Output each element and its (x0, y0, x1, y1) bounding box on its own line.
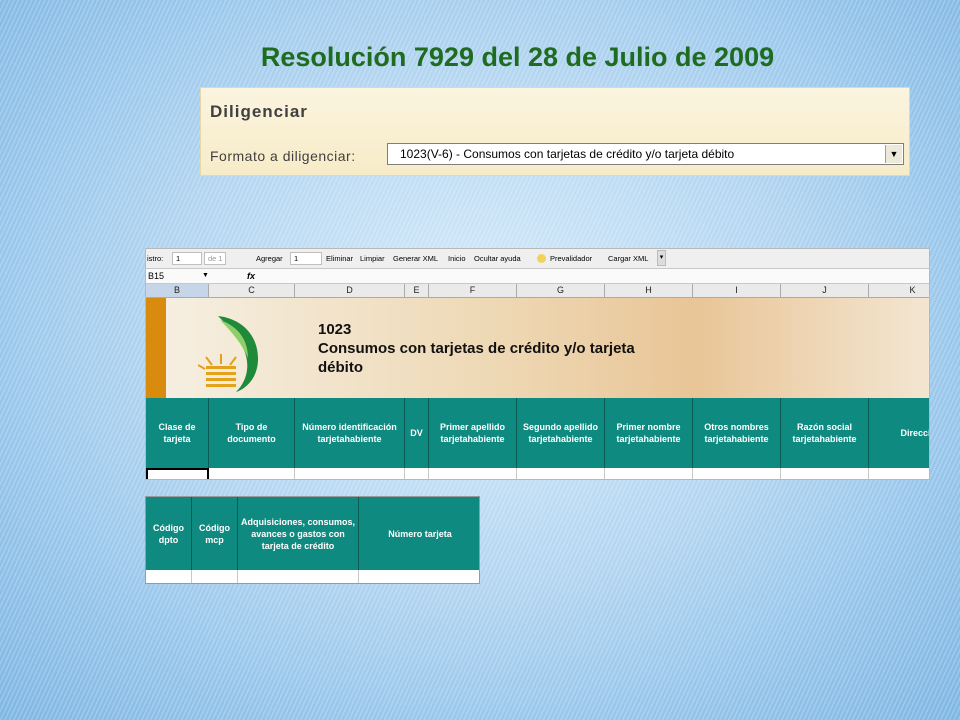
cell-f15[interactable] (429, 468, 517, 479)
name-box-dropdown-icon[interactable]: ▼ (202, 269, 209, 283)
dropdown-arrow-icon[interactable]: ▼ (885, 145, 902, 163)
registro-input[interactable]: 1 (172, 252, 202, 265)
header-otros-nombres: Otros nombres tarjetahabiente (693, 398, 781, 468)
header-codigo-mcp: Código mcp (192, 497, 238, 570)
header-primer-nombre: Primer nombre tarjetahabiente (605, 398, 693, 468)
column-header-b[interactable]: B (146, 284, 209, 297)
diligenciar-panel: Diligenciar Formato a diligenciar: 1023(… (200, 87, 910, 176)
header-adquisiciones: Adquisiciones, consumos, avances o gasto… (238, 497, 359, 570)
cell-i15[interactable] (693, 468, 781, 479)
cell-d15[interactable] (295, 468, 405, 479)
location-data-row (146, 570, 479, 583)
cell-codigo-mcp[interactable] (192, 570, 238, 583)
total-registros-box: de 1 (204, 252, 226, 265)
column-header-e[interactable]: E (405, 284, 429, 297)
cell-e15[interactable] (405, 468, 429, 479)
banner-title: 1023 Consumos con tarjetas de crédito y/… (318, 320, 635, 377)
location-table: Código dpto Código mcp Adquisiciones, co… (145, 496, 480, 584)
excel-sheet: istro: 1 de 1 Agregar 1 Eliminar Limpiar… (145, 248, 930, 480)
cell-c15[interactable] (209, 468, 295, 479)
limpiar-button[interactable]: Limpiar (360, 249, 385, 268)
cell-codigo-dpto[interactable] (146, 570, 192, 583)
formato-label: Formato a diligenciar: (210, 148, 356, 164)
column-header-i[interactable]: I (693, 284, 781, 297)
registro-label: istro: (147, 254, 164, 263)
form-header-row: Clase de tarjeta Tipo de documento Númer… (146, 398, 929, 468)
cell-k15[interactable] (869, 468, 929, 479)
header-clase-tarjeta: Clase de tarjeta (146, 398, 209, 468)
header-primer-apellido: Primer apellido tarjetahabiente (429, 398, 517, 468)
column-header-j[interactable]: J (781, 284, 869, 297)
cargar-xml-button[interactable]: Cargar XML (608, 249, 648, 268)
form-banner: 1023 Consumos con tarjetas de crédito y/… (146, 298, 929, 398)
cell-b15[interactable] (146, 468, 209, 479)
header-numero-identificacion: Número identificación tarjetahabiente (295, 398, 405, 468)
agregar-button[interactable]: Agregar (256, 249, 283, 268)
excel-toolbar: istro: 1 de 1 Agregar 1 Eliminar Limpiar… (146, 249, 929, 268)
data-row (146, 468, 929, 479)
header-dv: DV (405, 398, 429, 468)
cell-g15[interactable] (517, 468, 605, 479)
header-direccion: Direcció (869, 398, 929, 468)
banner-title-line1: Consumos con tarjetas de crédito y/o tar… (318, 340, 635, 357)
header-codigo-dpto: Código dpto (146, 497, 192, 570)
slide-title: Resolución 7929 del 28 de Julio de 2009 (260, 42, 775, 72)
column-headers: B C D E F G H I J K (146, 284, 929, 298)
formula-bar: B15 ▼ fx (146, 268, 929, 284)
column-header-c[interactable]: C (209, 284, 295, 297)
cell-adquisiciones[interactable] (238, 570, 359, 583)
toolbar-options-icon[interactable]: ▾ (657, 250, 666, 266)
formato-select[interactable]: 1023(V-6) - Consumos con tarjetas de cré… (387, 143, 904, 165)
banner-code: 1023 (318, 321, 352, 338)
banner-title-line2: débito (318, 359, 363, 376)
cell-h15[interactable] (605, 468, 693, 479)
column-header-k[interactable]: K (869, 284, 929, 297)
cell-numero-tarjeta[interactable] (359, 570, 479, 583)
header-tipo-documento: Tipo de documento (209, 398, 295, 468)
ocultar-ayuda-button[interactable]: Ocultar ayuda (474, 249, 521, 268)
eliminar-button[interactable]: Eliminar (326, 249, 353, 268)
column-header-f[interactable]: F (429, 284, 517, 297)
name-box[interactable]: B15 (148, 269, 164, 283)
column-header-d[interactable]: D (295, 284, 405, 297)
header-razon-social: Razón social tarjetahabiente (781, 398, 869, 468)
agregar-input[interactable]: 1 (290, 252, 322, 265)
header-segundo-apellido: Segundo apellido tarjetahabiente (517, 398, 605, 468)
location-header-row: Código dpto Código mcp Adquisiciones, co… (146, 497, 479, 570)
prevalidador-button[interactable]: Prevalidador (550, 249, 592, 268)
dian-logo (198, 316, 258, 392)
header-numero-tarjeta: Número tarjeta (388, 528, 452, 539)
column-header-h[interactable]: H (605, 284, 693, 297)
prevalidador-icon (537, 254, 546, 263)
banner-accent (146, 298, 166, 398)
diligenciar-title: Diligenciar (210, 102, 308, 121)
column-header-g[interactable]: G (517, 284, 605, 297)
formato-select-value: 1023(V-6) - Consumos con tarjetas de cré… (400, 147, 735, 161)
generar-xml-button[interactable]: Generar XML (393, 249, 438, 268)
fx-icon[interactable]: fx (247, 269, 255, 283)
inicio-button[interactable]: Inicio (448, 249, 466, 268)
cell-j15[interactable] (781, 468, 869, 479)
